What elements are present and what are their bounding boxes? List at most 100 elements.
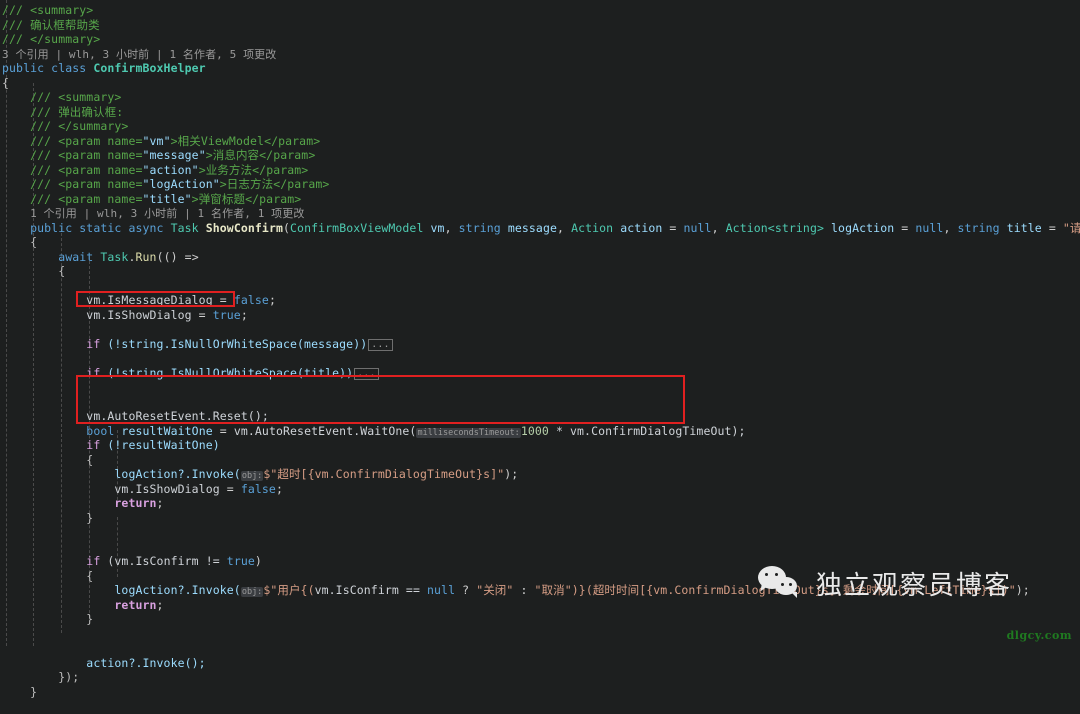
code-line-timeout-set-false: vm.IsShowDialog = false; [0, 482, 1080, 497]
method-return-type: Task [170, 220, 199, 235]
assign-value: true [212, 307, 241, 322]
null-literal: null [427, 583, 456, 597]
doc-param-marker: /// <param name= [30, 162, 143, 177]
param-type: Action [571, 220, 614, 235]
param-type: Action<string> [725, 220, 824, 235]
keyword-if: if [86, 336, 101, 351]
code-editor[interactable]: /// <summary> /// 确认框帮助类 /// </summary> … [0, 0, 1080, 699]
doc-param-text: 业务方法 [205, 162, 253, 177]
brace: } [30, 684, 38, 699]
code-line-blank-7 [0, 540, 1080, 555]
code-line-class-open-brace: { [0, 76, 1080, 91]
brace: { [2, 75, 10, 90]
code-line-class-summary-text: /// 确认框帮助类 [0, 18, 1080, 33]
code-line-blank-2 [0, 322, 1080, 337]
keyword-if: if [86, 554, 101, 568]
doc-param-gt: > [191, 191, 199, 206]
call-expression: vm.AutoResetEvent.WaitOne( [233, 423, 417, 438]
statement: vm.AutoResetEvent.Reset(); [86, 409, 269, 423]
inline-parameter-hint[interactable]: millisecondsTimeout: [416, 427, 521, 438]
wechat-icon [757, 565, 804, 602]
code-line-method-summary-close: /// </summary> [0, 119, 1080, 134]
code-line-if-not-result-wait-one: if (!resultWaitOne) [0, 438, 1080, 453]
param-name: message [507, 220, 557, 235]
inline-parameter-hint[interactable]: obj: [240, 587, 264, 597]
code-line-method-open-brace: { [0, 235, 1080, 250]
code-line-lambda-close: }); [0, 670, 1080, 685]
interpolated-code: ? [455, 583, 477, 597]
method-name: ShowConfirm [205, 220, 283, 235]
condition: (!string.IsNullOrWhiteSpace(title)) [100, 365, 354, 380]
code-line-timeout-open-brace: { [0, 453, 1080, 468]
paren: ( [283, 220, 291, 235]
doc-comment-text: /// 确认框帮助类 [2, 17, 100, 32]
codelens-method[interactable]: 1 个引用 | wlh, 3 小时前 | 1 名作者, 1 项更改 [0, 206, 1080, 221]
interpolated-code: vm.IsConfirm == [314, 583, 427, 597]
semicolon: ; [156, 496, 164, 510]
semicolon: ; [268, 293, 276, 307]
code-line-class-summary-close: /// </summary> [0, 32, 1080, 47]
code-line-param-vm: /// <param name="vm">相关ViewModel</param> [0, 134, 1080, 149]
string-literal: $"超时[{vm.ConfirmDialogTimeOut}s]" [263, 467, 505, 481]
code-line-auto-reset-event-reset: vm.AutoResetEvent.Reset(); [0, 409, 1080, 424]
brace: } [86, 612, 94, 626]
code-line-set-is-show-dialog-true: vm.IsShowDialog = true; [0, 308, 1080, 323]
assign-op: = [191, 307, 213, 322]
call-head: logAction?.Invoke( [114, 467, 241, 481]
interpolated-code: : [513, 583, 535, 597]
keyword-return: return [114, 496, 157, 510]
doc-comment-text: /// <summary> [30, 90, 122, 104]
numeric-literal: 1000 [520, 423, 549, 438]
site-url-label: dlgcy.com [1006, 629, 1072, 642]
param-type: string [458, 220, 501, 235]
condition: (!resultWaitOne) [100, 438, 220, 452]
codelens-class[interactable]: 3 个引用 | wlh, 3 小时前 | 1 名作者, 5 项更改 [0, 47, 1080, 62]
code-line-blank-4 [0, 380, 1080, 395]
keyword-if: if [86, 438, 101, 452]
code-line-timeout-log: logAction?.Invoke(obj:$"超时[{vm.ConfirmDi… [0, 467, 1080, 482]
brace: }); [58, 670, 80, 684]
doc-param-text: 相关ViewModel [177, 133, 265, 148]
param-name: vm [430, 220, 445, 235]
code-line-blank-8 [0, 627, 1080, 642]
condition: (!string.IsNullOrWhiteSpace(message)) [100, 336, 368, 351]
doc-param-marker: /// <param name= [30, 191, 143, 206]
call-tail: * vm.ConfirmDialogTimeOut); [548, 423, 746, 438]
class-modifiers: public class [2, 61, 94, 75]
code-line-method-close-brace: } [0, 685, 1080, 700]
statement: action?.Invoke(); [86, 655, 206, 670]
code-line-if-title: if (!string.IsNullOrWhiteSpace(title))..… [0, 366, 1080, 381]
code-line-method-summary-open: /// <summary> [0, 90, 1080, 105]
doc-param-gt: > [170, 133, 178, 148]
doc-param-close: </param> [252, 162, 309, 177]
call-tail: ); [1015, 583, 1030, 597]
class-name: ConfirmBoxHelper [93, 61, 206, 75]
inline-parameter-hint[interactable]: obj: [240, 471, 264, 481]
var-name: resultWaitOne [114, 423, 213, 438]
code-line-class-summary-open: /// <summary> [0, 3, 1080, 18]
paren: ) [254, 554, 262, 568]
param-name: logAction [831, 220, 895, 235]
brace: { [58, 264, 66, 278]
call-tail: ); [504, 467, 519, 481]
code-line-param-title: /// <param name="title">弹窗标题</param> [0, 192, 1080, 207]
brace: { [86, 568, 94, 583]
doc-param-text: 弹窗标题 [198, 191, 246, 206]
doc-param-gt: > [205, 148, 213, 162]
doc-param-gt: > [219, 177, 227, 191]
code-line-action-invoke: action?.Invoke(); [0, 656, 1080, 671]
code-line-set-is-message-dialog: vm.IsMessageDialog = false; [0, 293, 1080, 308]
semicolon: ; [275, 481, 283, 496]
code-line-param-logaction: /// <param name="logAction">日志方法</param> [0, 177, 1080, 192]
code-line-blank-1 [0, 279, 1080, 294]
doc-param-name: "title" [142, 191, 192, 206]
collapsed-region-toggle[interactable]: ... [354, 367, 379, 380]
var-type: bool [86, 423, 115, 438]
assign-target: vm.IsShowDialog [86, 307, 192, 322]
codelens-text[interactable]: 1 个引用 | wlh, 3 小时前 | 1 名作者, 1 项更改 [30, 207, 304, 220]
brace: { [86, 452, 94, 467]
code-line-timeout-close-brace: } [0, 511, 1080, 526]
assign-op: = [212, 423, 234, 438]
collapsed-region-toggle[interactable]: ... [368, 338, 393, 351]
codelens-text[interactable]: 3 个引用 | wlh, 3 小时前 | 1 名作者, 5 项更改 [2, 48, 276, 61]
